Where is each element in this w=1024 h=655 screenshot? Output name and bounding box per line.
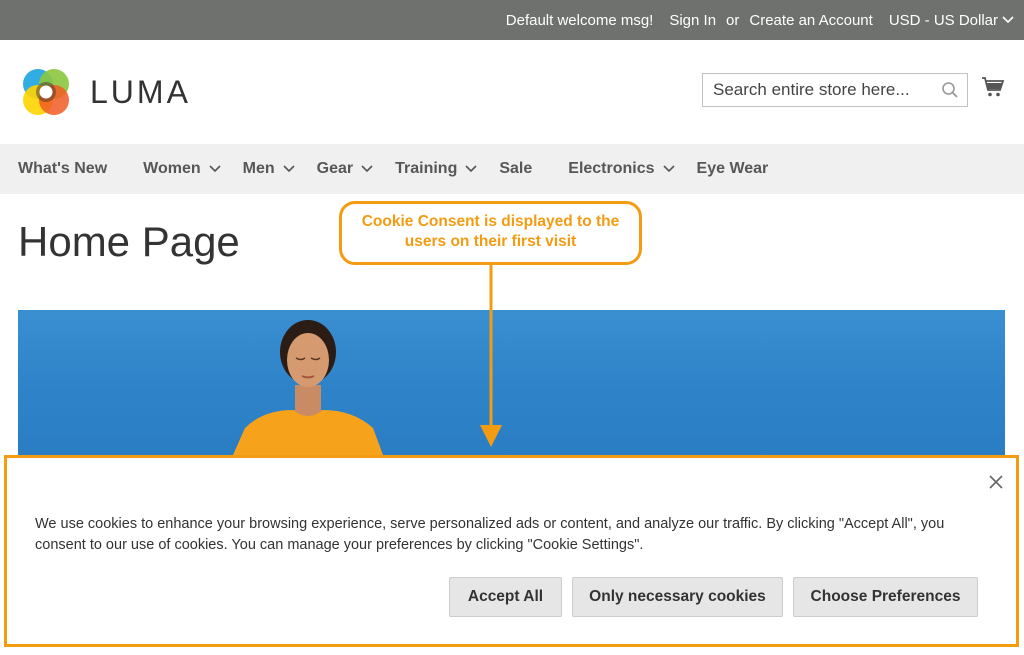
nav-item-label: Electronics (568, 160, 655, 177)
accept-all-button[interactable]: Accept All (449, 577, 562, 617)
header: LUMA (0, 40, 1024, 144)
page-title: Home Page (18, 218, 240, 265)
nav-item-label: Gear (316, 160, 354, 177)
chevron-down-icon (1002, 16, 1014, 24)
nav-item-sale[interactable]: Sale (499, 160, 532, 178)
cart-icon[interactable] (981, 75, 1005, 99)
currency-label: USD - US Dollar (888, 11, 998, 29)
nav-item-electronics[interactable]: Electronics (568, 160, 675, 178)
or-separator: or (726, 11, 740, 29)
cookie-message: We use cookies to enhance your browsing … (35, 516, 945, 553)
annotation-arrow-icon (480, 265, 502, 447)
cookie-consent-banner: We use cookies to enhance your browsing … (4, 455, 1019, 647)
logo-text: LUMA (90, 73, 191, 110)
welcome-message: Default welcome msg! (505, 11, 654, 29)
top-bar: Default welcome msg! Sign In or Create a… (0, 0, 1024, 40)
choose-preferences-button[interactable]: Choose Preferences (793, 577, 978, 617)
nav-item-label: Sale (499, 160, 533, 177)
nav-item-whats-new[interactable]: What's New (18, 160, 107, 178)
search-icon[interactable] (941, 81, 959, 99)
nav-item-men[interactable]: Men (243, 160, 295, 178)
only-necessary-cookies-button[interactable]: Only necessary cookies (572, 577, 783, 617)
search-box (702, 73, 968, 107)
nav-item-training[interactable]: Training (395, 160, 477, 178)
sign-in-link[interactable]: Sign In (669, 12, 716, 29)
create-account-link[interactable]: Create an Account (749, 12, 872, 29)
nav-item-eye-wear[interactable]: Eye Wear (697, 160, 769, 178)
annotation-callout: Cookie Consent is displayed to the users… (339, 201, 642, 265)
chevron-down-icon (361, 165, 373, 173)
nav-item-label: Training (395, 160, 458, 177)
chevron-down-icon (465, 165, 477, 173)
nav-item-label: Women (143, 160, 201, 177)
hero-banner[interactable] (18, 310, 1005, 455)
nav-item-label: Men (242, 160, 275, 177)
close-icon[interactable] (988, 474, 1004, 490)
chevron-down-icon (209, 165, 221, 173)
nav-item-label: What's New (18, 160, 108, 177)
hero-model-image (233, 320, 383, 455)
main-navigation: What's New Women Men Gear Training Sale … (0, 144, 1024, 194)
currency-switcher[interactable]: USD - US Dollar (889, 12, 1014, 29)
cookie-button-group: Accept All Only necessary cookies Choose… (449, 577, 978, 617)
chevron-down-icon (283, 165, 295, 173)
nav-item-women[interactable]: Women (143, 160, 221, 178)
search-input[interactable] (703, 74, 929, 106)
luma-logo-icon (23, 69, 69, 115)
chevron-down-icon (662, 165, 675, 173)
nav-item-gear[interactable]: Gear (317, 160, 373, 178)
nav-item-label: Eye Wear (696, 160, 769, 177)
logo[interactable]: LUMA (18, 64, 191, 120)
